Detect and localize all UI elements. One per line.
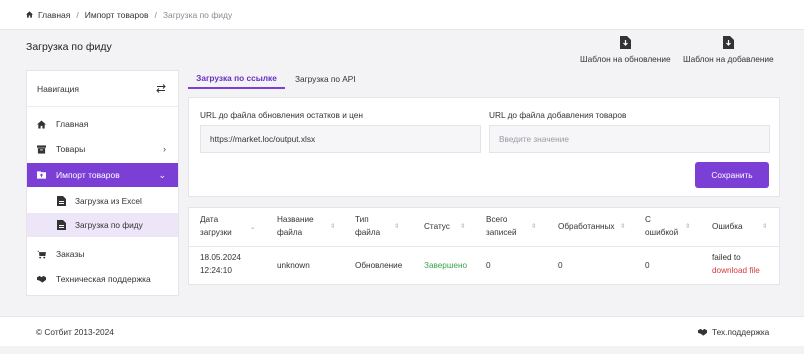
top-bar: Главная / Импорт товаров / Загрузка по ф…	[0, 0, 804, 30]
sidebar-item-label: Техническая поддержка	[56, 274, 151, 284]
handshake-icon	[698, 328, 707, 336]
column-header-processed[interactable]: Обработанных ⇳	[558, 208, 628, 246]
sidebar-subitem-label: Загрузка из Excel	[75, 196, 142, 206]
sort-icon: ⇳	[531, 223, 537, 230]
update-url-input[interactable]: https://market.loc/output.xlsx	[200, 125, 481, 153]
nav-title: Навигация	[37, 83, 79, 94]
download-file-link[interactable]: download file	[712, 265, 760, 278]
table-header-divider	[189, 246, 779, 247]
file-download-icon	[619, 36, 631, 49]
sidebar-item-label: Импорт товаров	[56, 170, 120, 180]
template-update-label: Шаблон на обновление	[580, 54, 671, 64]
sort-icon: ⇳	[685, 223, 691, 230]
sidebar-item-home[interactable]: Главная	[27, 112, 178, 136]
file-icon	[57, 220, 66, 230]
sidebar-item-support[interactable]: Техническая поддержка	[27, 267, 178, 291]
template-add-button[interactable]: Шаблон на добавление	[683, 36, 774, 64]
cell-total: 0	[486, 261, 491, 270]
tab-by-api[interactable]: Загрузка по API	[285, 68, 367, 89]
column-header-total[interactable]: Всего записей ⇳	[486, 208, 546, 246]
footer: © Сотбит 2013-2024 Тех.поддержка	[0, 316, 804, 346]
chevron-right-icon: ›	[163, 144, 166, 154]
swap-icon[interactable]	[156, 84, 166, 93]
home-icon	[37, 119, 46, 129]
sidebar-item-import[interactable]: Импорт товаров ⌄	[27, 163, 178, 187]
tabs: Загрузка по ссылке Загрузка по API	[188, 68, 367, 89]
template-add-label: Шаблон на добавление	[683, 54, 774, 64]
nav-header: Навигация	[27, 71, 178, 107]
breadcrumb-separator: /	[76, 9, 79, 20]
file-download-icon	[722, 36, 734, 49]
breadcrumb-current: Загрузка по фиду	[162, 9, 233, 20]
file-icon	[57, 196, 66, 206]
column-header-error[interactable]: Ошибка ⇳	[712, 208, 772, 246]
sidebar: Навигация Главная Товары › Импорт товаро…	[26, 70, 179, 296]
support-link[interactable]: Тех.поддержка	[698, 327, 769, 337]
sort-desc-icon: ⌄	[250, 224, 256, 231]
cart-icon	[37, 250, 46, 259]
sidebar-subitem-excel[interactable]: Загрузка из Excel	[27, 189, 178, 213]
sort-icon: ⇳	[394, 223, 400, 230]
sidebar-subitem-label: Загрузка по фиду	[75, 220, 143, 230]
column-header-filename[interactable]: Название файла ⇳	[277, 208, 339, 246]
sidebar-item-orders[interactable]: Заказы	[27, 242, 178, 266]
page-title: Загрузка по фиду	[26, 41, 112, 53]
add-url-input[interactable]: Введите значение	[489, 125, 770, 153]
column-header-errors[interactable]: Сошибкой ⇳	[645, 208, 695, 246]
breadcrumb-home[interactable]: Главная	[38, 10, 70, 20]
sort-icon: ⇳	[762, 223, 768, 230]
sort-icon: ⇳	[330, 223, 336, 230]
import-history-table: Дата загрузки ⌄ Название файла ⇳ Тип файла …	[188, 207, 780, 285]
save-button[interactable]: Сохранить	[695, 162, 769, 188]
cell-type: Обновление	[355, 261, 403, 270]
sidebar-subitem-feed[interactable]: Загрузка по фиду	[27, 213, 178, 237]
sidebar-item-label: Главная	[56, 119, 89, 129]
cell-processed: 0	[558, 261, 563, 270]
copyright: © Сотбит 2013-2024	[36, 327, 114, 337]
cell-errors: 0	[645, 261, 650, 270]
breadcrumb: Главная / Импорт товаров / Загрузка по ф…	[26, 10, 232, 20]
handshake-icon	[37, 275, 46, 283]
box-icon	[37, 144, 46, 154]
cell-error: failed to download file	[712, 252, 760, 277]
sort-icon: ⇳	[620, 223, 626, 230]
cell-status: Завершено	[424, 261, 468, 270]
breadcrumb-import[interactable]: Импорт товаров	[85, 10, 149, 20]
template-update-button[interactable]: Шаблон на обновление	[580, 36, 671, 64]
column-header-status[interactable]: Статус ⇳	[424, 208, 474, 246]
sidebar-item-products[interactable]: Товары ›	[27, 137, 178, 161]
tab-by-link[interactable]: Загрузка по ссылке	[188, 68, 285, 89]
cell-filename: unknown	[277, 261, 310, 270]
add-url-label: URL до файла добавления товаров	[489, 110, 627, 120]
column-header-date[interactable]: Дата загрузки ⌄	[200, 208, 260, 246]
chevron-down-icon: ⌄	[158, 169, 166, 180]
sidebar-item-label: Заказы	[56, 249, 85, 259]
support-label: Тех.поддержка	[712, 327, 770, 337]
sort-icon: ⇳	[460, 223, 466, 230]
upload-folder-icon	[37, 171, 46, 179]
update-url-label: URL до файла обновления остатков и цен	[200, 110, 363, 120]
home-icon[interactable]	[26, 11, 33, 18]
breadcrumb-separator: /	[154, 9, 157, 20]
column-header-type[interactable]: Тип файла ⇳	[355, 208, 405, 246]
sidebar-item-label: Товары	[56, 144, 86, 154]
cell-date: 18.05.2024 12:24:10	[200, 253, 241, 275]
error-text: failed to	[712, 253, 741, 262]
feed-form: URL до файла обновления остатков и цен h…	[188, 97, 780, 197]
